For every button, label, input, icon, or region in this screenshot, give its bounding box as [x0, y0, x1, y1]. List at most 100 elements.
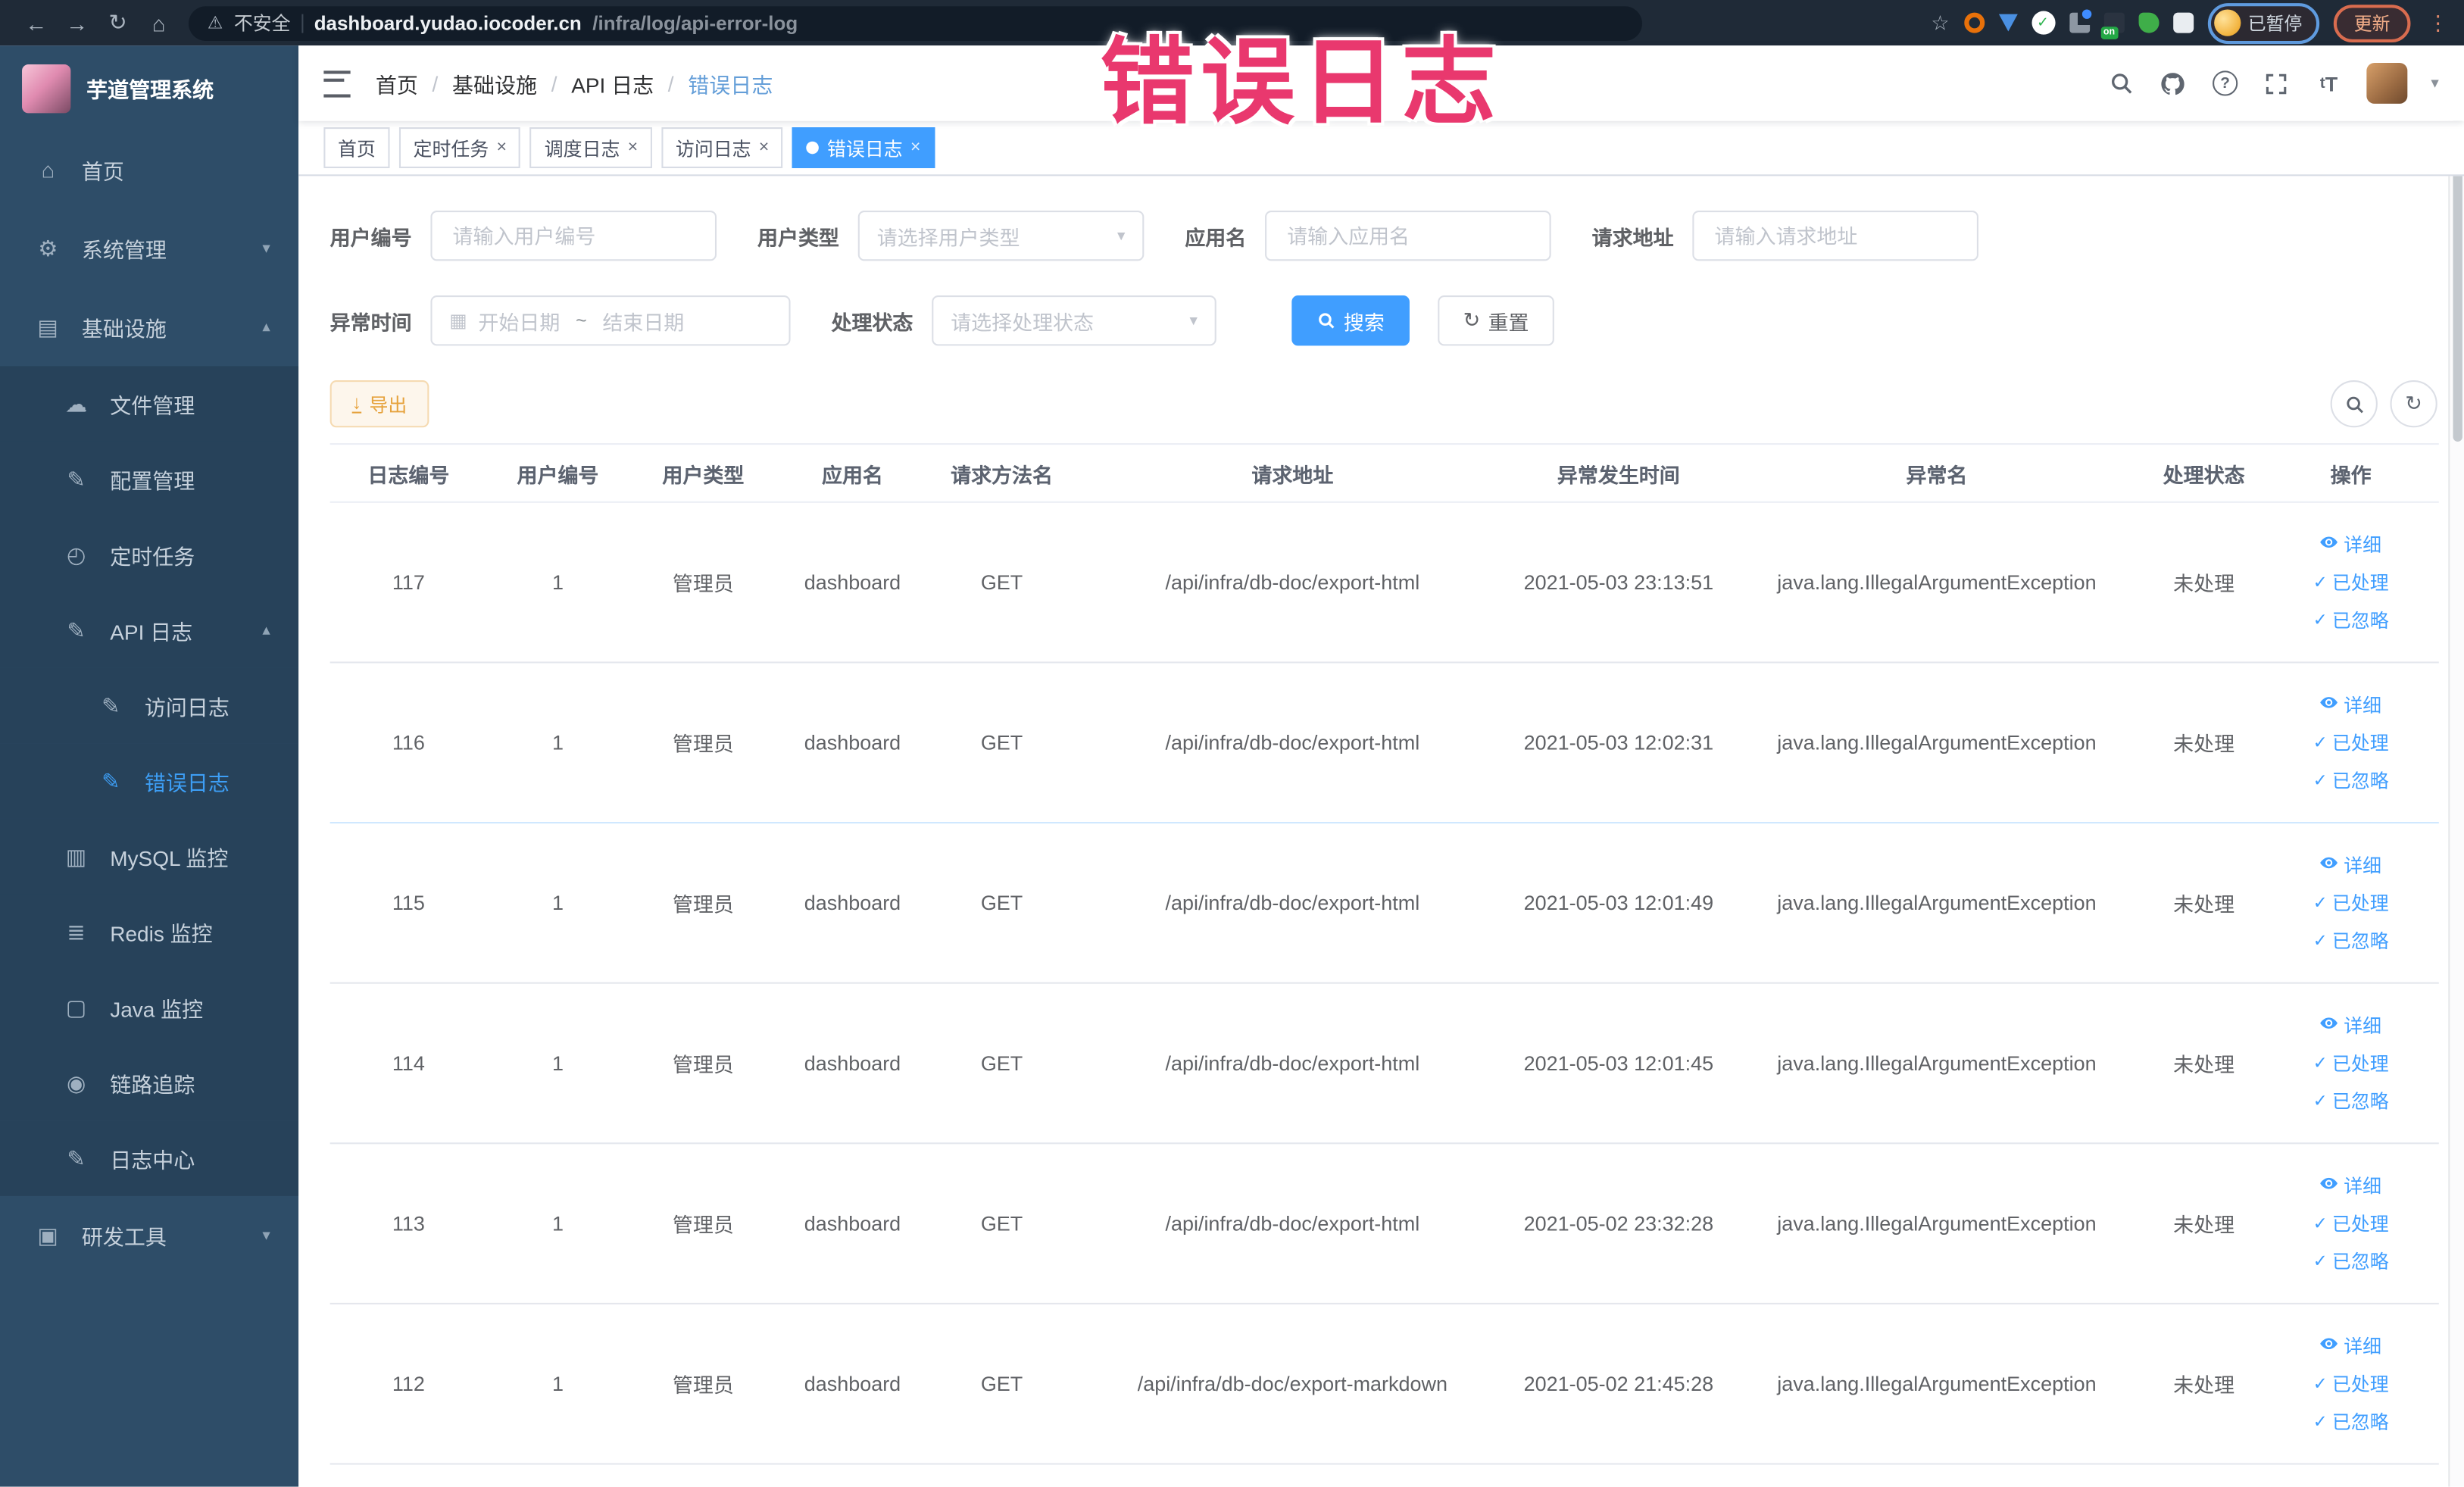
processed-link[interactable]: ✓ 已处理 — [2313, 569, 2389, 595]
grid-extension-icon[interactable] — [2069, 9, 2091, 33]
cell-user_type: 管理员 — [672, 1213, 734, 1237]
sidebar-item-access-log[interactable]: ✎ 访问日志 — [0, 667, 299, 744]
page-scrollbar[interactable] — [2448, 45, 2464, 1487]
sidebar-item-log-center[interactable]: ✎ 日志中心 — [0, 1120, 299, 1196]
processed-link[interactable]: ✓ 已处理 — [2313, 1370, 2389, 1397]
sidebar-item-redis[interactable]: ≣ Redis 监控 — [0, 894, 299, 970]
breadcrumb-item[interactable]: API 日志 — [571, 67, 654, 98]
processed-link[interactable]: ✓ 已处理 — [2313, 1210, 2389, 1236]
sidebar-item-mysql[interactable]: ▥ MySQL 监控 — [0, 818, 299, 895]
export-button[interactable]: ↓ 导出 — [329, 380, 429, 428]
sidebar-item-api-log[interactable]: ✎ API 日志 ▴ — [0, 592, 299, 668]
eye-icon — [2320, 854, 2339, 877]
fullscreen-icon[interactable] — [2263, 69, 2291, 97]
request-url-input[interactable] — [1711, 222, 1960, 249]
browser-forward-icon[interactable]: → — [57, 10, 98, 35]
end-date-placeholder: 结束日期 — [602, 310, 685, 334]
shield-extension-icon[interactable] — [1997, 14, 2017, 32]
address-bar[interactable]: ⚠ 不安全 dashboard.yudao.iocoder.cn/infra/l… — [188, 5, 1642, 40]
breadcrumb-item[interactable]: 首页 — [376, 67, 418, 98]
sidebar-item-config[interactable]: ✎ 配置管理 — [0, 441, 299, 517]
log-icon: ✎ — [67, 617, 86, 642]
action-label: 已处理 — [2331, 1373, 2389, 1396]
close-icon[interactable]: × — [759, 139, 769, 158]
detail-link[interactable]: 详细 — [2320, 1332, 2381, 1359]
ignored-link[interactable]: ✓ 已忽略 — [2313, 1248, 2389, 1274]
toggle-search-button[interactable] — [2330, 380, 2378, 428]
sidebar-item-system[interactable]: ⚙ 系统管理 ▾ — [0, 209, 298, 288]
breadcrumb-item[interactable]: 错误日志 — [688, 67, 773, 98]
ignored-link[interactable]: ✓ 已忽略 — [2313, 1408, 2389, 1435]
tab-访问日志[interactable]: 访问日志 × — [661, 127, 783, 168]
sidebar-header: 芋道管理系统 — [0, 45, 298, 130]
processed-link[interactable]: ✓ 已处理 — [2313, 889, 2389, 916]
browser-menu-icon[interactable]: ⋮ — [2428, 10, 2448, 35]
browser-update-button[interactable]: 更新 — [2333, 4, 2411, 42]
action-label: 详细 — [2344, 534, 2382, 557]
close-icon[interactable]: × — [497, 139, 507, 158]
app-name-label: 应用名 — [1185, 225, 1247, 249]
browser-reload-icon[interactable]: ↻ — [98, 9, 139, 36]
search-icon[interactable] — [2107, 69, 2135, 97]
sidebar-item-error-log[interactable]: ✎ 错误日志 — [0, 743, 299, 819]
profile-paused-button[interactable]: 已暂停 — [2206, 2, 2320, 44]
close-icon[interactable]: × — [628, 139, 638, 158]
tab-定时任务[interactable]: 定时任务 × — [398, 127, 521, 168]
font-size-icon[interactable]: tT — [2315, 69, 2343, 97]
processed-link[interactable]: ✓ 已处理 — [2313, 729, 2389, 756]
cell-status: 未处理 — [2173, 572, 2235, 596]
detail-link[interactable]: 详细 — [2320, 692, 2381, 718]
row-actions: 详细 ✓ 已处理 ✓ 已忽略 — [2263, 1173, 2438, 1275]
reset-button[interactable]: ↻ 重置 — [1438, 295, 1554, 346]
browser-back-icon[interactable]: ← — [16, 10, 57, 35]
breadcrumb-item[interactable]: 基础设施 — [452, 67, 537, 98]
chevron-down-icon[interactable]: ▾ — [2431, 75, 2438, 92]
switch-extension-icon[interactable]: on — [2100, 12, 2124, 39]
cell-user_id: 1 — [551, 570, 564, 595]
table-row: 117 1 管理员 dashboard GET/api/infra/db-doc/exp… — [329, 503, 2439, 664]
tab-错误日志[interactable]: 错误日志 × — [792, 127, 935, 168]
sidebar-item-file[interactable]: ☁ 文件管理 — [0, 366, 299, 442]
cell-app_name: dashboard — [804, 891, 901, 915]
close-icon[interactable]: × — [910, 139, 920, 158]
action-label: 已处理 — [2331, 1213, 2389, 1236]
sidebar-collapse-icon[interactable] — [323, 70, 351, 97]
sidebar-item-dev-tools[interactable]: ▣ 研发工具 ▾ — [0, 1196, 298, 1275]
briefcase-icon: ▣ — [37, 1222, 58, 1248]
refresh-table-button[interactable]: ↻ — [2390, 380, 2437, 428]
ignored-link[interactable]: ✓ 已忽略 — [2313, 927, 2389, 954]
user-id-input[interactable] — [449, 222, 698, 249]
sidebar-item-job[interactable]: ◴ 定时任务 — [0, 517, 299, 593]
ignored-link[interactable]: ✓ 已忽略 — [2313, 767, 2389, 793]
detail-link[interactable]: 详细 — [2320, 531, 2381, 558]
puzzle-extension-icon[interactable] — [2172, 12, 2194, 33]
process-status-select[interactable]: 请选择处理状态 ▾ — [932, 295, 1216, 346]
app-name-input[interactable] — [1284, 222, 1532, 249]
cell-method: GET — [980, 1372, 1023, 1396]
detail-link[interactable]: 详细 — [2320, 1012, 2381, 1039]
sidebar-item-trace[interactable]: ◉ 链路追踪 — [0, 1045, 299, 1121]
sidebar-item-java[interactable]: ▢ Java 监控 — [0, 970, 299, 1045]
detail-link[interactable]: 详细 — [2320, 851, 2381, 878]
browser-home-icon[interactable]: ⌂ — [139, 10, 180, 35]
sidebar-item-infra[interactable]: ▤ 基础设施 ▴ — [0, 288, 298, 367]
sidebar-item-home[interactable]: ⌂ 首页 — [0, 130, 298, 209]
bookmark-star-icon[interactable]: ☆ — [1931, 10, 1949, 35]
detail-link[interactable]: 详细 — [2320, 1173, 2381, 1199]
user-type-select[interactable]: 请选择用户类型 ▾ — [857, 210, 1145, 261]
user-avatar[interactable] — [2366, 62, 2408, 104]
leaf-extension-icon[interactable] — [2138, 12, 2159, 33]
start-date-placeholder: 开始日期 — [478, 310, 561, 334]
processed-link[interactable]: ✓ 已处理 — [2313, 1050, 2389, 1076]
github-icon[interactable] — [2159, 69, 2187, 97]
ignored-link[interactable]: ✓ 已忽略 — [2313, 1088, 2389, 1114]
tab-调度日志[interactable]: 调度日志 × — [530, 127, 652, 168]
extension-icon[interactable] — [1963, 12, 1985, 33]
check-extension-icon[interactable]: ✓ — [2031, 11, 2055, 35]
action-label: 已处理 — [2331, 732, 2389, 754]
help-icon[interactable]: ? — [2211, 69, 2239, 97]
ignored-link[interactable]: ✓ 已忽略 — [2313, 607, 2389, 633]
tab-首页[interactable]: 首页 — [323, 127, 390, 168]
exception-time-range-picker[interactable]: ▦ 开始日期 ~ 结束日期 — [430, 295, 791, 346]
search-button[interactable]: 搜索 — [1291, 295, 1410, 346]
